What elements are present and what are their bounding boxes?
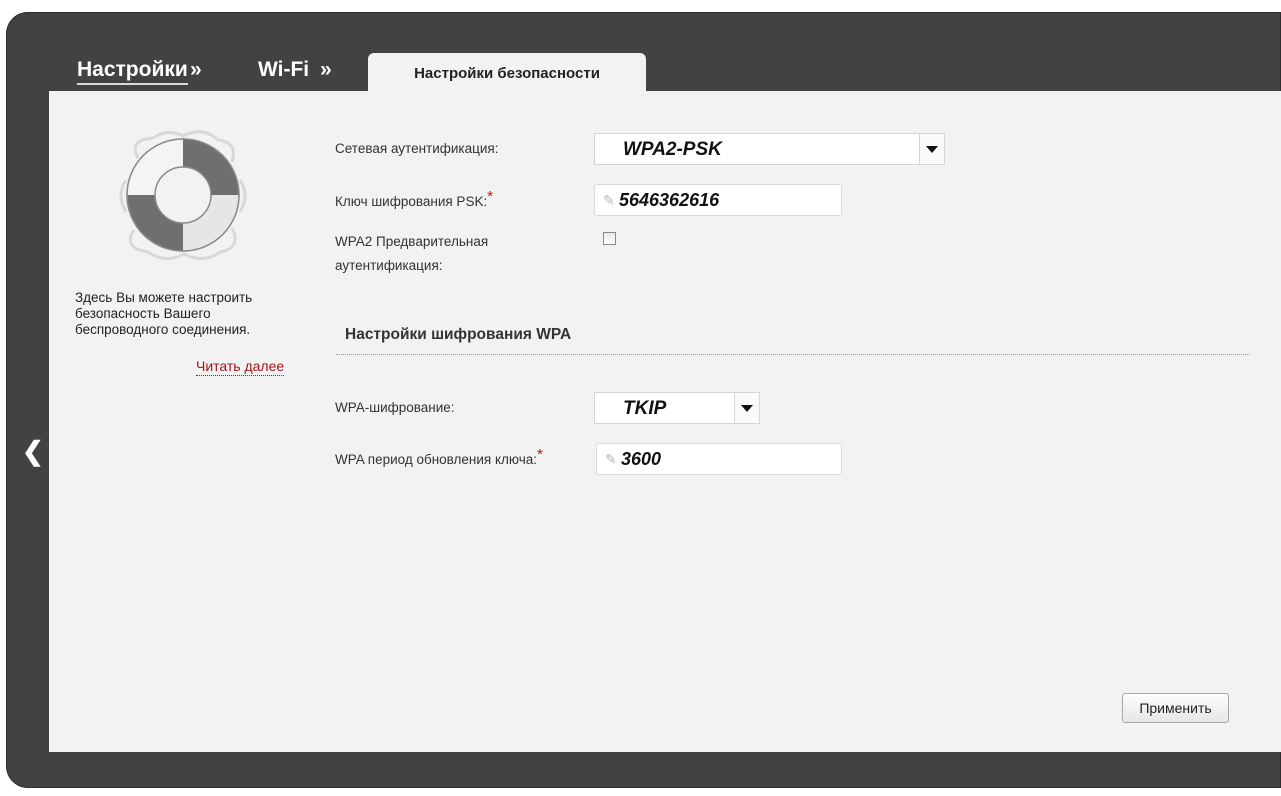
- pencil-icon: ✎: [603, 192, 615, 208]
- psk-key-input[interactable]: ✎ 5646362616: [594, 184, 842, 216]
- wpa-section-title: Настройки шифрования WPA: [345, 326, 572, 343]
- breadcrumb-separator: »: [190, 58, 202, 81]
- psk-key-value: 5646362616: [619, 190, 720, 210]
- chevron-down-icon[interactable]: [734, 393, 759, 423]
- rekey-period-value: 3600: [621, 449, 662, 469]
- read-more-link[interactable]: Читать далее: [196, 358, 285, 376]
- required-marker: *: [487, 188, 494, 205]
- section-divider: [336, 354, 1250, 355]
- wpa-encryption-value: TKIP: [623, 398, 667, 419]
- breadcrumb-settings[interactable]: Настройки: [77, 58, 188, 85]
- breadcrumb-separator: »: [320, 58, 332, 81]
- help-description: Здесь Вы можете настроить безопасность В…: [75, 290, 253, 337]
- psk-label: Ключ шифрования PSK:*: [335, 188, 494, 209]
- preauth-checkbox[interactable]: [603, 232, 616, 245]
- tab-security-settings[interactable]: Настройки безопасности: [368, 53, 646, 93]
- back-arrow-icon[interactable]: ❮: [22, 438, 44, 464]
- wpa-encryption-select[interactable]: TKIP: [594, 392, 760, 424]
- chevron-down-icon[interactable]: [919, 134, 944, 164]
- rekey-label: WPA период обновления ключа:*: [335, 446, 543, 467]
- apply-button[interactable]: Применить: [1122, 693, 1229, 723]
- rekey-period-input[interactable]: ✎ 3600: [596, 443, 842, 475]
- required-marker: *: [537, 446, 543, 463]
- auth-select-value: WPA2-PSK: [623, 139, 722, 160]
- breadcrumb-wifi[interactable]: Wi-Fi: [258, 58, 309, 82]
- auth-select[interactable]: WPA2-PSK: [594, 133, 945, 165]
- pencil-icon: ✎: [605, 451, 617, 467]
- tab-label: Настройки безопасности: [414, 64, 600, 82]
- wpa-encryption-label: WPA-шифрование:: [335, 400, 455, 415]
- auth-label: Сетевая аутентификация:: [335, 141, 499, 156]
- preauth-label: WPA2 Предварительная аутентификация:: [335, 234, 489, 273]
- lifebuoy-icon: [119, 130, 247, 260]
